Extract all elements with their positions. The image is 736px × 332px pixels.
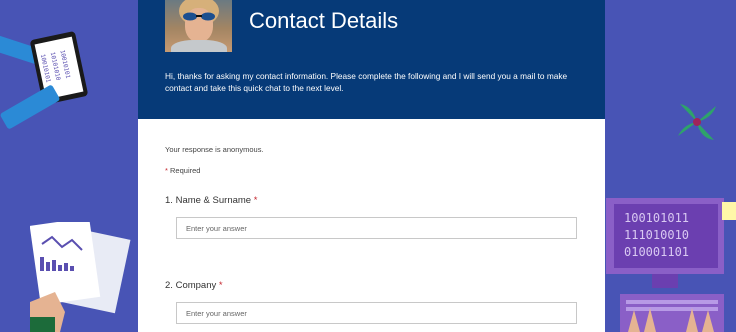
question-number: 2. [165, 280, 173, 291]
form-description: Hi, thanks for asking my contact informa… [165, 71, 568, 93]
anonymous-note: Your response is anonymous. [165, 145, 264, 154]
company-input[interactable] [176, 302, 577, 324]
required-marker: * [218, 280, 223, 291]
required-note: * Required [165, 166, 200, 175]
required-marker: * [165, 166, 168, 175]
required-marker: * [253, 195, 258, 206]
computer-monitor-illustration: 100101011 111010010 010001101 [606, 198, 736, 332]
form-card: Contact Details Hi, thanks for asking my… [138, 0, 605, 332]
question-2-label: 2. Company * [165, 280, 223, 291]
sunglasses-icon [183, 12, 215, 21]
decorative-arm-illustration [0, 84, 61, 130]
name-surname-input[interactable] [176, 217, 577, 239]
chart-papers-illustration [30, 222, 131, 332]
required-label: Required [170, 166, 201, 175]
question-text: Name & Surname [175, 195, 252, 206]
question-text: Company [175, 280, 217, 291]
question-number: 1. [165, 195, 173, 206]
question-1-label: 1. Name & Surname * [165, 195, 257, 206]
avatar [165, 0, 232, 52]
svg-text:111010010: 111010010 [624, 228, 689, 242]
page-title: Contact Details [249, 8, 399, 33]
svg-text:100101011: 100101011 [624, 211, 689, 225]
plant-leaf-illustration [678, 104, 716, 140]
svg-text:010001101: 010001101 [624, 245, 689, 259]
form-header: Contact Details Hi, thanks for asking my… [138, 0, 605, 119]
